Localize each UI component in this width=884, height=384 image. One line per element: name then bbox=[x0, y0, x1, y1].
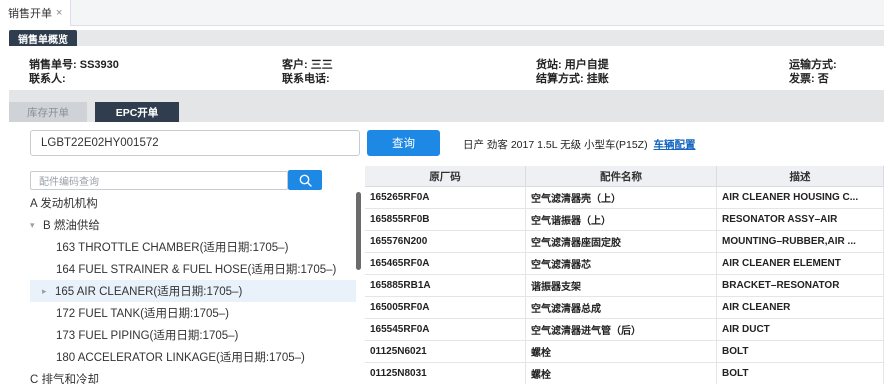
tab-bar: 销售开单 × bbox=[0, 0, 884, 26]
oem-code-cell[interactable]: 165855RF0B bbox=[365, 209, 526, 231]
tab-sales-order[interactable]: 销售开单 × bbox=[0, 0, 72, 26]
part-name-cell[interactable]: 空气滤清器进气管（后） bbox=[526, 319, 717, 341]
chevron-right-icon[interactable]: ▸ bbox=[42, 286, 50, 297]
tree-item-172[interactable]: 172 FUEL TANK(适用日期:1705–) bbox=[56, 302, 229, 324]
tree-item-173[interactable]: 173 FUEL PIPING(适用日期:1705–) bbox=[56, 324, 238, 346]
vehicle-description: 日产 劲客 2017 1.5L 无级 小型车(P15Z) bbox=[463, 139, 648, 151]
part-search-button[interactable] bbox=[288, 170, 322, 190]
close-icon[interactable]: × bbox=[56, 7, 62, 19]
oem-code-cell[interactable]: 165005RF0A bbox=[365, 297, 526, 319]
tree-item-exhaust-cooling[interactable]: C 排气和冷却 bbox=[30, 368, 99, 384]
oem-code-cell[interactable]: 01125N8031 bbox=[365, 363, 526, 384]
settle-label: 结算方式: bbox=[536, 73, 584, 85]
tab-epc-order[interactable]: EPC开单 bbox=[95, 102, 179, 122]
tree-label: 165 AIR CLEANER(适用日期:1705–) bbox=[55, 286, 243, 298]
settle-value: 挂账 bbox=[586, 73, 609, 85]
description-cell[interactable]: AIR CLEANER HOUSING C... bbox=[717, 187, 884, 209]
description-cell[interactable]: BOLT bbox=[717, 363, 884, 384]
tree-scrollbar[interactable] bbox=[356, 192, 361, 270]
tree-item-180[interactable]: 180 ACCELERATOR LINKAGE(适用日期:1705–) bbox=[56, 346, 305, 368]
vin-value: LGBT22E02HY001572 bbox=[41, 137, 159, 149]
tree-label: A 发动机机构 bbox=[30, 198, 98, 210]
tree-item-fuel-supply[interactable]: ▾ B 燃油供给 bbox=[30, 214, 100, 236]
description-cell[interactable]: RESONATOR ASSY–AIR bbox=[717, 209, 884, 231]
description-cell[interactable]: BRACKET–RESONATOR bbox=[717, 275, 884, 297]
description-cell[interactable]: AIR CLEANER ELEMENT bbox=[717, 253, 884, 275]
phone-label: 联系电话: bbox=[282, 73, 330, 85]
tree-item-164[interactable]: 164 FUEL STRAINER & FUEL HOSE(适用日期:1705–… bbox=[56, 258, 336, 280]
query-button[interactable]: 查询 bbox=[367, 130, 440, 156]
chevron-down-icon[interactable]: ▾ bbox=[30, 220, 38, 231]
section-header-bar bbox=[9, 30, 884, 46]
tree-label: C 排气和冷却 bbox=[30, 374, 99, 384]
tree-label: 180 ACCELERATOR LINKAGE(适用日期:1705–) bbox=[56, 352, 305, 364]
tab-stock-order[interactable]: 库存开单 bbox=[9, 102, 87, 122]
description-cell[interactable]: BOLT bbox=[717, 341, 884, 363]
column-header-part-name[interactable]: 配件名称 bbox=[526, 166, 717, 187]
order-info-panel: 销售单号: SS3930 联系人: 客户: 三三 联系电话: 货站: 用户自提 … bbox=[9, 46, 884, 90]
tree-label: 173 FUEL PIPING(适用日期:1705–) bbox=[56, 330, 239, 342]
section-title: 销售单概览 bbox=[9, 30, 77, 46]
part-name-cell[interactable]: 空气滤清器芯 bbox=[526, 253, 717, 275]
tree-label: 164 FUEL STRAINER & FUEL HOSE(适用日期:1705–… bbox=[56, 264, 337, 276]
oem-code-cell[interactable]: 165576N200 bbox=[365, 231, 526, 253]
vehicle-info: 日产 劲客 2017 1.5L 无级 小型车(P15Z) 车辆配置 bbox=[463, 137, 696, 152]
oem-code-cell[interactable]: 01125N6021 bbox=[365, 341, 526, 363]
tree-label: 163 THROTTLE CHAMBER(适用日期:1705–) bbox=[56, 242, 289, 254]
tree-item-163[interactable]: 163 THROTTLE CHAMBER(适用日期:1705–) bbox=[56, 236, 288, 258]
order-number-value: SS3930 bbox=[79, 59, 119, 71]
column-header-oem-code[interactable]: 原厂码 bbox=[365, 166, 526, 187]
phone: 联系电话: bbox=[282, 70, 330, 86]
vin-input[interactable]: LGBT22E02HY001572 bbox=[30, 130, 360, 156]
settlement: 结算方式: 挂账 bbox=[536, 70, 609, 86]
oem-code-cell[interactable]: 165545RF0A bbox=[365, 319, 526, 341]
description-cell[interactable]: AIR CLEANER bbox=[717, 297, 884, 319]
tree-label: B 燃油供给 bbox=[43, 220, 100, 232]
part-name-cell[interactable]: 螺栓 bbox=[526, 363, 717, 384]
search-icon bbox=[299, 174, 312, 187]
column-header-description[interactable]: 描述 bbox=[717, 166, 884, 187]
oem-code-cell[interactable]: 165885RB1A bbox=[365, 275, 526, 297]
contact-label: 联系人: bbox=[29, 73, 66, 85]
tree-item-engine[interactable]: A 发动机机构 bbox=[30, 192, 98, 214]
tree-label: 172 FUEL TANK(适用日期:1705–) bbox=[56, 308, 229, 320]
part-name-cell[interactable]: 空气谐振器（上） bbox=[526, 209, 717, 231]
part-name-cell[interactable]: 螺栓 bbox=[526, 341, 717, 363]
oem-code-cell[interactable]: 165265RF0A bbox=[365, 187, 526, 209]
invoice-value: 否 bbox=[817, 73, 829, 85]
invoice: 发票: 否 bbox=[789, 70, 829, 86]
invoice-label: 发票: bbox=[789, 73, 815, 85]
part-name-cell[interactable]: 谐振器支架 bbox=[526, 275, 717, 297]
description-cell[interactable]: AIR DUCT bbox=[717, 319, 884, 341]
vehicle-config-link[interactable]: 车辆配置 bbox=[654, 139, 696, 151]
part-name-cell[interactable]: 空气滤清器座固定胶 bbox=[526, 231, 717, 253]
tab-title: 销售开单 bbox=[8, 8, 52, 20]
tree-item-165[interactable]: ▸ 165 AIR CLEANER(适用日期:1705–) bbox=[30, 280, 356, 302]
contact: 联系人: bbox=[29, 70, 66, 86]
description-cell[interactable]: MOUNTING–RUBBER,AIR ... bbox=[717, 231, 884, 253]
part-code-search-input[interactable]: 配件编码查询 bbox=[30, 171, 288, 190]
part-name-cell[interactable]: 空气滤清器总成 bbox=[526, 297, 717, 319]
part-name-cell[interactable]: 空气滤清器壳（上） bbox=[526, 187, 717, 209]
part-search-placeholder: 配件编码查询 bbox=[39, 177, 99, 188]
oem-code-cell[interactable]: 165465RF0A bbox=[365, 253, 526, 275]
